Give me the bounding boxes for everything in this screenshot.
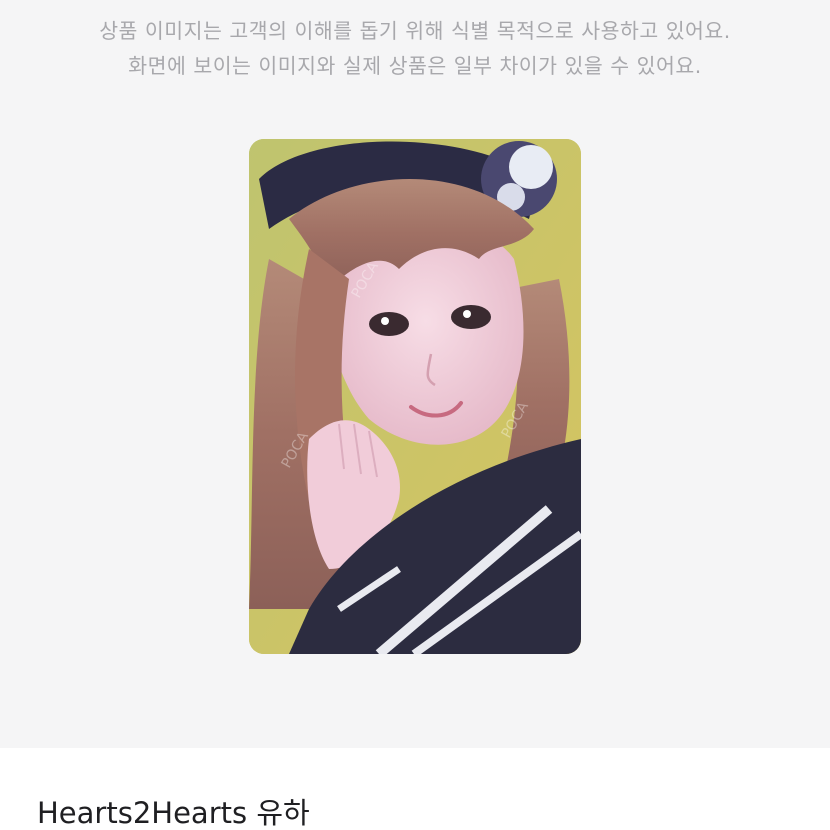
image-disclaimer: 상품 이미지는 고객의 이해를 돕기 위해 식별 목적으로 사용하고 있어요. … [0,14,830,84]
photocard-image: POCA POCA POCA [249,139,581,654]
product-image-panel: 상품 이미지는 고객의 이해를 돕기 위해 식별 목적으로 사용하고 있어요. … [0,0,830,748]
disclaimer-line-1: 상품 이미지는 고객의 이해를 돕기 위해 식별 목적으로 사용하고 있어요. [99,19,731,43]
product-photo[interactable]: POCA POCA POCA [249,139,581,654]
product-info-section: Hearts2Hearts 유하 [0,748,830,830]
disclaimer-line-2: 화면에 보이는 이미지와 실제 상품은 일부 차이가 있을 수 있어요. [128,54,702,78]
product-title: Hearts2Hearts 유하 [37,796,310,830]
